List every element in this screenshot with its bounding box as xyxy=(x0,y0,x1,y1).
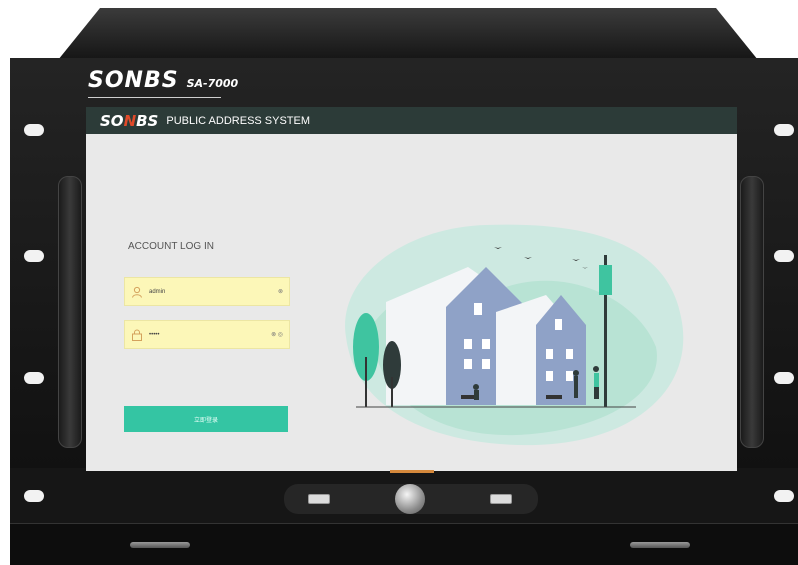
mount-hole xyxy=(774,124,794,136)
password-value: ••••• xyxy=(149,331,160,338)
branding-underline xyxy=(88,97,221,98)
vent-slot-right xyxy=(630,542,690,548)
mount-hole xyxy=(24,372,44,384)
mount-hole xyxy=(24,250,44,262)
username-field[interactable]: admin ⊗ xyxy=(124,277,290,306)
rack-handle-right xyxy=(740,176,764,448)
clear-icon[interactable]: ⊗ xyxy=(278,288,283,295)
eye-icon[interactable]: ⊗ ◎ xyxy=(271,331,283,338)
touch-screen: SONBS PUBLIC ADDRESS SYSTEM ACCOUNT LOG … xyxy=(86,107,737,471)
header-logo: SONBS xyxy=(100,111,159,130)
device-branding: SONBS SA-7000 xyxy=(88,68,238,93)
rack-handle-left xyxy=(58,176,82,448)
lock-icon xyxy=(132,329,142,341)
username-value: admin xyxy=(149,288,166,295)
vent-slot-left xyxy=(130,542,190,548)
brand-logo: SONBS xyxy=(88,68,179,93)
mount-hole xyxy=(24,490,44,502)
mount-hole xyxy=(24,124,44,136)
mount-hole xyxy=(774,490,794,502)
mount-hole xyxy=(774,372,794,384)
town-illustration xyxy=(345,224,684,446)
rack-top-cover xyxy=(58,8,758,60)
screen-header: SONBS PUBLIC ADDRESS SYSTEM xyxy=(86,107,737,134)
model-label: SA-7000 xyxy=(186,77,239,90)
usb-port-icon[interactable] xyxy=(490,494,512,504)
password-field[interactable]: ••••• ⊗ ◎ xyxy=(124,320,290,349)
login-button[interactable]: 立即登录 xyxy=(124,406,288,432)
status-indicator xyxy=(390,470,434,473)
header-title: PUBLIC ADDRESS SYSTEM xyxy=(166,114,311,127)
user-icon xyxy=(132,286,142,298)
mount-hole xyxy=(774,250,794,262)
login-title: ACCOUNT LOG IN xyxy=(128,241,214,252)
volume-knob[interactable] xyxy=(395,484,425,514)
usb-port-icon[interactable] xyxy=(308,494,330,504)
